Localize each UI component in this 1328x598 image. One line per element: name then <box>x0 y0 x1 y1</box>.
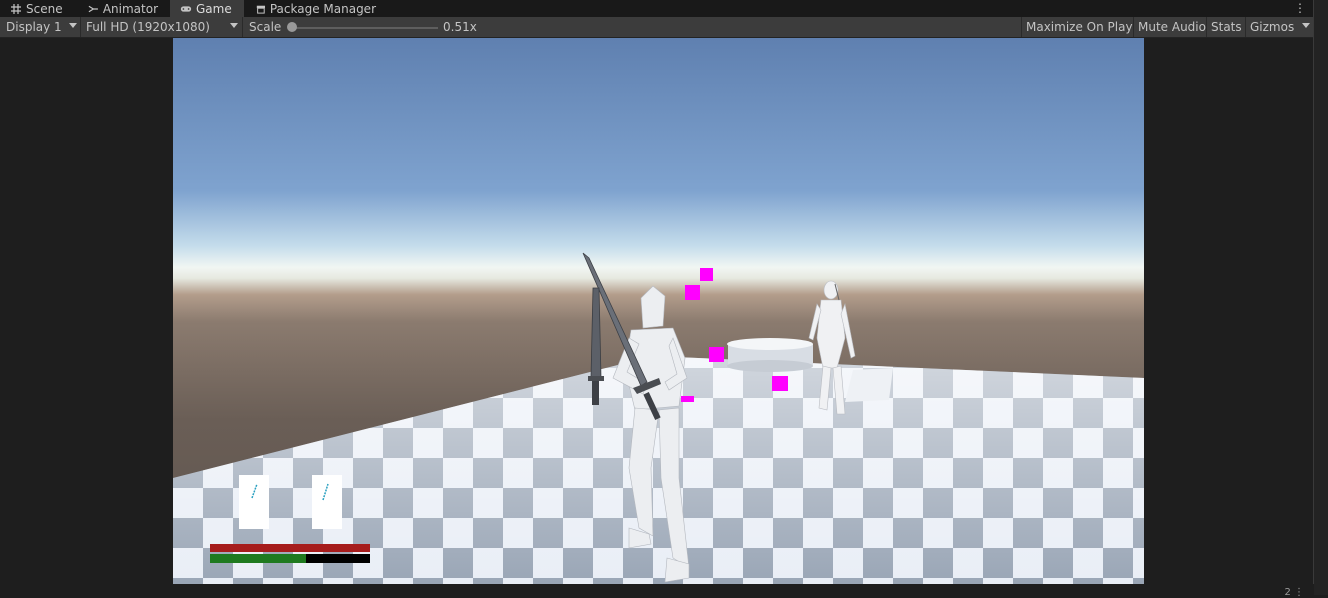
tab-scene[interactable]: Scene <box>0 0 74 17</box>
grid-icon <box>11 3 21 14</box>
display-dropdown[interactable]: Display 1 <box>0 17 81 37</box>
resolution-dropdown[interactable]: Full HD (1920x1080) <box>81 17 243 37</box>
chevron-down-icon <box>230 23 238 28</box>
tab-game[interactable]: Game <box>170 0 244 17</box>
tab-package-manager[interactable]: Package Manager <box>246 0 386 17</box>
more-options-icon[interactable]: ⋮ <box>1294 1 1306 15</box>
maximize-on-play-toggle[interactable]: Maximize On Play <box>1026 17 1133 37</box>
game-scene <box>173 252 1144 584</box>
stats-toggle[interactable]: Stats <box>1211 17 1242 37</box>
chevron-down-icon <box>69 23 77 28</box>
stamina-bar-fill <box>210 554 306 563</box>
health-bar-fill <box>210 544 370 552</box>
weapon-slot-1[interactable] <box>239 475 269 529</box>
game-toolbar: Display 1 Full HD (1920x1080) Scale 0.51… <box>0 17 1314 38</box>
weapon-slot-2[interactable] <box>312 475 342 529</box>
display-dropdown-label: Display 1 <box>6 20 62 34</box>
tab-animator-label: Animator <box>102 1 158 16</box>
scale-value: 0.51x <box>443 20 477 34</box>
tab-game-label: Game <box>196 1 232 16</box>
scale-slider-handle[interactable] <box>287 22 297 32</box>
footer-count: 2 ⋮ <box>1284 587 1304 598</box>
mute-audio-toggle[interactable]: Mute Audio <box>1138 17 1206 37</box>
resolution-dropdown-label: Full HD (1920x1080) <box>86 20 210 34</box>
package-icon <box>256 5 266 14</box>
tab-animator[interactable]: Animator <box>78 0 168 17</box>
game-viewport[interactable] <box>173 38 1144 584</box>
editor-tab-bar: Scene Animator Game Package Manager ⋮ <box>0 0 1328 17</box>
animator-icon <box>88 5 98 12</box>
scale-label: Scale <box>249 20 282 34</box>
tab-package-manager-label: Package Manager <box>269 1 376 16</box>
gizmos-toggle[interactable]: Gizmos <box>1250 17 1294 37</box>
bottom-bar <box>0 584 1314 595</box>
scale-slider-track[interactable] <box>290 27 438 29</box>
tab-scene-label: Scene <box>26 1 63 16</box>
panel-edge <box>1313 0 1328 595</box>
gizmos-dropdown-icon[interactable] <box>1302 23 1310 28</box>
gamepad-icon <box>180 5 192 12</box>
